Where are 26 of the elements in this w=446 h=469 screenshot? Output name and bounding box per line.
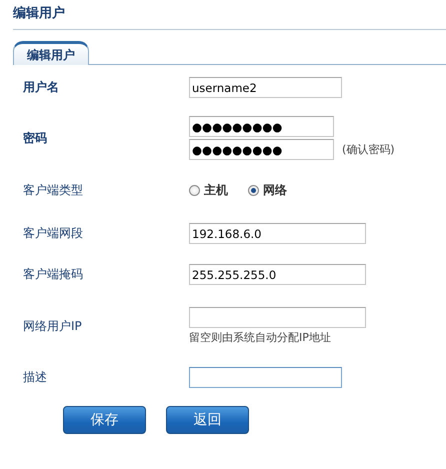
field-label: 客户端网段 bbox=[22, 225, 84, 242]
option-label: 网络 bbox=[263, 182, 287, 199]
radio-option[interactable]: 主机 bbox=[189, 182, 228, 199]
form-button[interactable]: 保存 bbox=[63, 406, 146, 434]
radio-option[interactable]: 网络 bbox=[248, 182, 287, 199]
form-button[interactable]: 返回 bbox=[166, 406, 249, 434]
field-label: 描述 bbox=[22, 369, 48, 386]
field-label: 客户端掩码 bbox=[22, 266, 84, 283]
confirm-note: (确认密码) bbox=[342, 142, 395, 157]
confirm-password-field[interactable]: ●●●●●●●●● bbox=[189, 139, 334, 160]
radio-button[interactable] bbox=[189, 185, 200, 196]
text-field[interactable]: 192.168.6.0 bbox=[189, 223, 366, 244]
page-title: 编辑用户 bbox=[13, 0, 446, 30]
field-label: 密码 bbox=[22, 130, 48, 146]
option-label: 主机 bbox=[204, 182, 228, 199]
field-label: 网络用户IP bbox=[22, 318, 83, 334]
text-field[interactable] bbox=[189, 307, 366, 328]
password-field[interactable]: ●●●●●●●●● bbox=[189, 116, 334, 137]
text-field[interactable]: username2 bbox=[189, 77, 342, 98]
field-label: 用户名 bbox=[22, 79, 60, 96]
text-field[interactable]: 255.255.255.0 bbox=[189, 264, 366, 285]
tab[interactable]: 编辑用户 bbox=[13, 41, 89, 65]
hint-text: 留空则由系统自动分配IP地址 bbox=[189, 330, 332, 345]
field-label: 客户端类型 bbox=[22, 182, 84, 199]
text-field[interactable] bbox=[189, 367, 342, 388]
radio-button[interactable] bbox=[248, 185, 259, 196]
